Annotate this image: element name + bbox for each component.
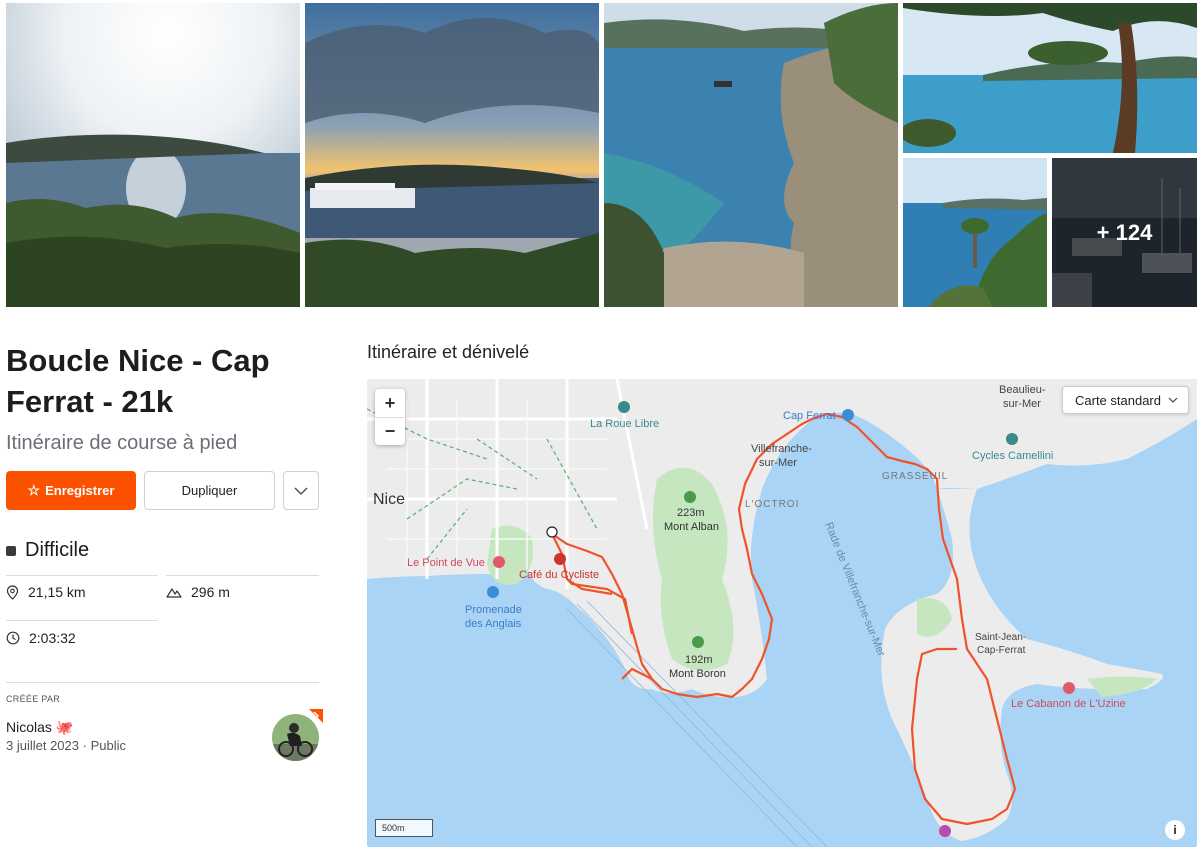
save-button-label: Enregistrer	[45, 483, 115, 498]
separator-dot: ·	[82, 738, 91, 753]
summit-icon[interactable]	[692, 636, 704, 648]
route-type: Itinéraire de course à pied	[6, 432, 238, 454]
map-label: GRASSEUIL	[882, 471, 948, 482]
difficulty-label: Difficile	[25, 539, 90, 561]
map-label: sur-Mer	[1003, 398, 1041, 410]
difficulty-icon	[6, 545, 16, 556]
duplicate-button-label: Dupliquer	[181, 483, 238, 498]
distance-value: 21,15 km	[28, 584, 86, 600]
summit-icon[interactable]	[684, 491, 696, 503]
photo-more[interactable]: + 124	[1052, 158, 1197, 307]
clock-icon	[6, 631, 20, 645]
photo-5[interactable]	[903, 158, 1047, 307]
more-options-button[interactable]	[283, 471, 319, 510]
elevation-value: 296 m	[191, 584, 230, 600]
map-label: Cap-Ferrat	[977, 645, 1026, 656]
elevation-stat: 296 m	[166, 584, 230, 600]
photo-1[interactable]	[6, 3, 300, 307]
duration-value: 2:03:32	[29, 630, 76, 646]
created-date: 3 juillet 2023	[6, 738, 79, 753]
map-style-value: Carte standard	[1075, 392, 1161, 408]
save-button[interactable]: ☆ Enregistrer	[6, 471, 136, 510]
duplicate-button[interactable]: Dupliquer	[144, 471, 275, 510]
difficulty: Difficile	[6, 539, 89, 562]
map-label: Beaulieu-	[999, 384, 1046, 396]
bike-shop-poi-icon[interactable]	[1006, 433, 1018, 445]
mountain-icon	[166, 588, 182, 598]
subscriber-badge-icon	[309, 709, 323, 723]
divider	[6, 682, 319, 683]
map-label: Le Point de Vue	[407, 557, 485, 569]
zoom-out-button[interactable]: −	[375, 417, 405, 445]
map-label: Cap Ferrat	[783, 410, 836, 422]
star-icon: ☆	[27, 482, 41, 498]
photo-poi-icon[interactable]	[842, 409, 854, 421]
map-label: Café du Cycliste	[519, 569, 599, 581]
route-map[interactable]: Nice La Roue Libre Cap Ferrat Villefranc…	[367, 379, 1197, 847]
map-label: La Roue Libre	[590, 418, 659, 430]
map-label: sur-Mer	[759, 457, 797, 469]
route-title: Boucle Nice - Cap Ferrat - 21k	[6, 343, 270, 419]
restaurant-poi-icon[interactable]	[493, 556, 505, 568]
location-pin-icon	[6, 584, 19, 600]
chevron-down-icon	[1168, 397, 1178, 403]
photo-2[interactable]	[305, 3, 599, 307]
photo-gallery: + 124	[0, 0, 1200, 310]
visibility: Public	[90, 738, 126, 753]
section-title: Itinéraire et dénivelé	[367, 342, 530, 362]
map-label: 223m	[677, 507, 705, 519]
map-label: L'OCTROI	[745, 499, 799, 510]
restaurant-poi-icon[interactable]	[1063, 682, 1075, 694]
more-photos-count[interactable]: + 124	[1052, 158, 1197, 307]
route-meta: 3 juillet 2023 · Public	[6, 738, 126, 753]
map-label: Le Cabanon de L'Uzine	[1011, 698, 1126, 710]
route-start-icon[interactable]	[546, 526, 558, 538]
duration-stat: 2:03:32	[6, 630, 76, 646]
map-label: Promenade	[465, 604, 522, 616]
divider	[166, 575, 319, 576]
zoom-in-button[interactable]: +	[375, 389, 405, 417]
divider	[6, 575, 158, 576]
map-style-select[interactable]: Carte standard	[1062, 386, 1189, 414]
viewpoint-poi-icon[interactable]	[487, 586, 499, 598]
info-icon[interactable]: i	[1165, 820, 1185, 840]
created-by-label: CRÉÉE PAR	[6, 694, 61, 704]
map-label: Villefranche-	[751, 443, 812, 455]
map-label: Nice	[373, 491, 405, 508]
map-label: Mont Boron	[669, 668, 726, 680]
author-name[interactable]: Nicolas 🐙	[6, 719, 73, 736]
map-canvas[interactable]: Nice La Roue Libre Cap Ferrat Villefranc…	[367, 379, 1197, 847]
map-label: Saint-Jean-	[975, 632, 1026, 643]
map-label: des Anglais	[465, 618, 522, 630]
photo-poi-icon[interactable]	[939, 825, 951, 837]
photo-4[interactable]	[903, 3, 1197, 153]
bike-shop-poi-icon[interactable]	[618, 401, 630, 413]
cafe-poi-icon[interactable]	[554, 553, 566, 565]
map-label: Mont Alban	[664, 521, 719, 533]
divider	[6, 620, 158, 621]
map-label: Cycles Camellini	[972, 450, 1053, 462]
chevron-down-icon	[294, 487, 308, 495]
zoom-controls: + −	[375, 389, 405, 445]
distance-stat: 21,15 km	[6, 584, 86, 600]
photo-3[interactable]	[604, 3, 898, 307]
map-label: 192m	[685, 654, 713, 666]
map-scale: 500m	[375, 819, 433, 837]
